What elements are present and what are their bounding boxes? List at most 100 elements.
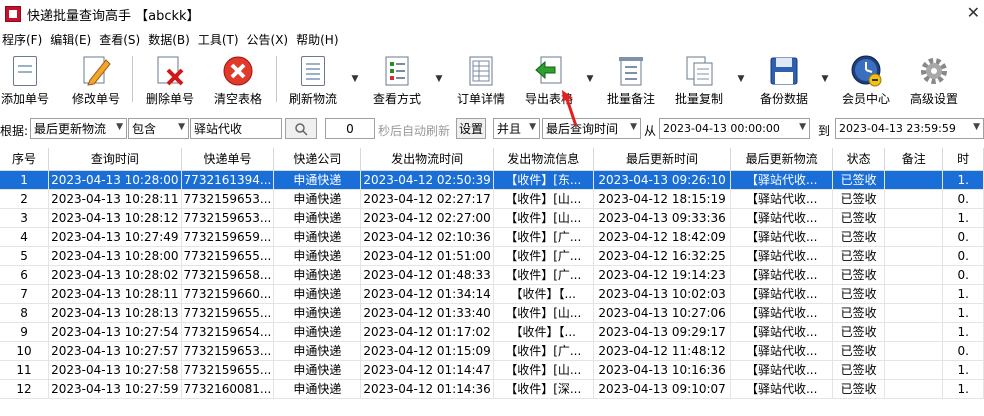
table-cell: 申通快递 (273, 322, 362, 342)
table-cell (884, 265, 944, 285)
table-row[interactable]: 2 2023-04-13 10:28:11 7732159653... 申通快递 202… (0, 189, 984, 209)
menu-program[interactable]: 程序(F) (0, 31, 44, 48)
to-datetime-picker[interactable]: 2023-04-13 23:59:59 ▼ (835, 118, 984, 139)
edit-button-label: 修改单号 (71, 92, 120, 106)
table-cell: 2023-04-12 01:14:36 (360, 379, 494, 399)
refresh-dropdown-icon[interactable]: ▼ (350, 74, 360, 84)
table-cell (884, 322, 944, 342)
table-cell (884, 303, 944, 323)
export-button-label: 导出表格 (524, 92, 573, 106)
calendar-dropdown-icon: ▼ (799, 122, 806, 132)
table-row[interactable]: 3 2023-04-13 10:28:12 7732159653... 申通快递 202… (0, 208, 984, 228)
table-cell (884, 246, 944, 266)
export-button[interactable]: 导出表格 (522, 50, 576, 108)
column-header[interactable]: 状态 (832, 148, 886, 171)
table-row[interactable]: 5 2023-04-13 10:28:00 7732159655... 申通快递 202… (0, 246, 984, 266)
settings-button-label: 高级设置 (909, 92, 958, 106)
menu-help[interactable]: 帮助(H) (294, 31, 340, 48)
from-datetime-picker[interactable]: 2023-04-13 00:00:00 ▼ (659, 118, 810, 139)
table-cell: 【驿站代收... (730, 246, 833, 266)
column-header[interactable]: 查询时间 (48, 148, 182, 171)
add-button[interactable]: 添加单号 (0, 50, 50, 108)
set-button[interactable]: 设置 (456, 118, 486, 139)
logic-select[interactable]: 并且 ▼ (493, 118, 540, 139)
refresh-button[interactable]: 刷新物流 (286, 50, 340, 108)
from-datetime-value: 2023-04-13 00:00:00 (663, 122, 780, 135)
column-header[interactable]: 时 (942, 148, 984, 171)
menu-view[interactable]: 查看(S) (97, 31, 142, 48)
filter-match-select[interactable]: 包含 ▼ (128, 118, 189, 139)
delete-button[interactable]: 删除单号 (144, 50, 196, 108)
member-button[interactable]: 会员中心 (838, 50, 894, 108)
seconds-input[interactable]: 0 (325, 118, 375, 139)
table-cell: 已签收 (832, 379, 886, 399)
table-cell: 【驿站代收... (730, 265, 833, 285)
table-row[interactable]: 11 2023-04-13 10:27:58 7732159655... 申通快递 20… (0, 360, 984, 380)
column-header[interactable]: 序号 (0, 148, 50, 171)
table-row[interactable]: 1 2023-04-13 10:28:00 7732161394... 申通快递 202… (0, 170, 984, 190)
backup-button[interactable]: 备份数据 (756, 50, 812, 108)
table-cell: 1. (942, 284, 984, 304)
table-cell: 【收件】[山... (493, 360, 594, 380)
menu-data[interactable]: 数据(B) (146, 31, 192, 48)
table-row[interactable]: 7 2023-04-13 10:28:11 7732159660... 申通快递 202… (0, 284, 984, 304)
table-row[interactable]: 8 2023-04-13 10:28:13 7732159655... 申通快递 202… (0, 303, 984, 323)
menu-bar: 程序(F) 编辑(E) 查看(S) 数据(B) 工具(T) 公告(X) 帮助(H… (0, 28, 984, 50)
menu-edit[interactable]: 编辑(E) (48, 31, 93, 48)
table-cell: 6 (0, 265, 50, 285)
export-dropdown-icon[interactable]: ▼ (585, 74, 595, 84)
detail-button[interactable]: 订单详情 (454, 50, 508, 108)
batch-note-button[interactable]: 批量备注 (604, 50, 658, 108)
menu-tools[interactable]: 工具(T) (196, 31, 241, 48)
column-header[interactable]: 最后更新物流 (730, 148, 833, 171)
settings-button[interactable]: 高级设置 (906, 50, 962, 108)
batch-copy-label: 批量复制 (674, 92, 723, 106)
search-button[interactable] (285, 118, 317, 139)
detail-icon (465, 54, 497, 88)
results-grid[interactable]: 序号 查询时间 快递单号 快递公司 发出物流时间 发出物流信息 最后更新时间 最后更新物流 状态… (0, 148, 984, 416)
delete-icon (154, 54, 186, 88)
column-header[interactable]: 最后更新时间 (593, 148, 732, 171)
table-cell: 已签收 (832, 265, 886, 285)
table-cell: 【收件】[广... (493, 265, 594, 285)
add-doc-icon (9, 54, 41, 88)
table-row[interactable]: 4 2023-04-13 10:27:49 7732159659... 申通快递 202… (0, 227, 984, 247)
time-field-select[interactable]: 最后查询时间 ▼ (542, 118, 641, 139)
table-cell: 2023-04-13 10:28:02 (48, 265, 182, 285)
column-header[interactable]: 发出物流时间 (360, 148, 494, 171)
table-row[interactable]: 12 2023-04-13 10:27:59 7732160081... 申通快递 20… (0, 379, 984, 399)
close-icon[interactable]: ✕ (967, 3, 980, 22)
calendar-dropdown-icon: ▼ (973, 122, 980, 132)
from-label: 从 (644, 124, 657, 138)
column-header[interactable]: 快递单号 (181, 148, 275, 171)
filter-field-select[interactable]: 最后更新物流 ▼ (30, 118, 127, 139)
table-row[interactable]: 9 2023-04-13 10:27:54 7732159654... 申通快递 202… (0, 322, 984, 342)
column-header[interactable]: 发出物流信息 (493, 148, 594, 171)
gear-icon (918, 54, 950, 88)
edit-button[interactable]: 修改单号 (70, 50, 122, 108)
column-header[interactable]: 快递公司 (273, 148, 362, 171)
column-header[interactable]: 备注 (884, 148, 944, 171)
table-cell: 2023-04-13 10:28:11 (48, 284, 182, 304)
table-cell: 已签收 (832, 341, 886, 361)
view-mode-button[interactable]: 查看方式 (370, 50, 424, 108)
clear-button[interactable]: 清空表格 (212, 50, 264, 108)
table-cell: 10 (0, 341, 50, 361)
table-cell: 【驿站代收... (730, 322, 833, 342)
table-cell: 【驿站代收... (730, 303, 833, 323)
backup-dropdown-icon[interactable]: ▼ (820, 74, 830, 84)
keyword-input[interactable]: 驿站代收 (190, 118, 282, 139)
refresh-doc-icon (297, 54, 329, 88)
table-cell: 2023-04-13 10:27:49 (48, 227, 182, 247)
table-cell: 2023-04-13 09:33:36 (593, 208, 732, 228)
clear-button-label: 清空表格 (213, 92, 262, 106)
batch-copy-button[interactable]: 批量复制 (672, 50, 726, 108)
view-mode-dropdown-icon[interactable]: ▼ (434, 74, 444, 84)
table-cell: 2023-04-12 19:14:23 (593, 265, 732, 285)
table-cell: 【驿站代收... (730, 284, 833, 304)
table-row[interactable]: 10 2023-04-13 10:27:57 7732159653... 申通快递 20… (0, 341, 984, 361)
app-icon (5, 6, 21, 22)
menu-notice[interactable]: 公告(X) (245, 31, 291, 48)
batch-copy-dropdown-icon[interactable]: ▼ (736, 74, 746, 84)
table-row[interactable]: 6 2023-04-13 10:28:02 7732159658... 申通快递 202… (0, 265, 984, 285)
